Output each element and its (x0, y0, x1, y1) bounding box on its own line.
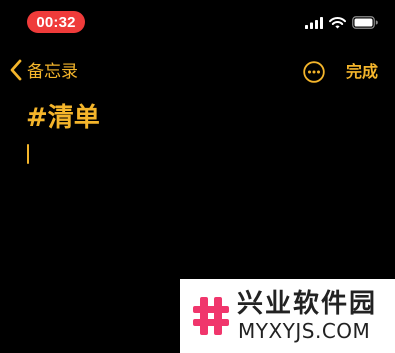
wifi-icon (329, 14, 346, 33)
ellipsis-circle-icon (303, 61, 325, 87)
nav-bar: 备忘录 完成 (0, 52, 395, 92)
text-cursor (27, 144, 29, 164)
note-body-editor[interactable] (20, 140, 380, 270)
watermark-url: MYXYJS.COM (238, 319, 371, 343)
back-button[interactable]: 备忘录 (9, 59, 78, 85)
status-bar: 00:32 (0, 0, 395, 44)
chevron-left-icon (9, 59, 23, 85)
watermark: 兴业软件园 MYXYJS.COM (180, 279, 395, 353)
watermark-name: 兴业软件园 (237, 289, 378, 319)
note-title[interactable]: #清单 (26, 101, 100, 135)
done-button[interactable]: 完成 (346, 61, 378, 83)
battery-icon (352, 14, 378, 33)
back-label: 备忘录 (27, 61, 78, 82)
status-icons (305, 15, 378, 31)
hash-logo-icon (192, 295, 230, 337)
status-time: 00:32 (27, 11, 85, 33)
status-time-label: 00:32 (36, 13, 76, 31)
more-button[interactable] (303, 61, 325, 83)
cellular-signal-icon (305, 14, 323, 33)
